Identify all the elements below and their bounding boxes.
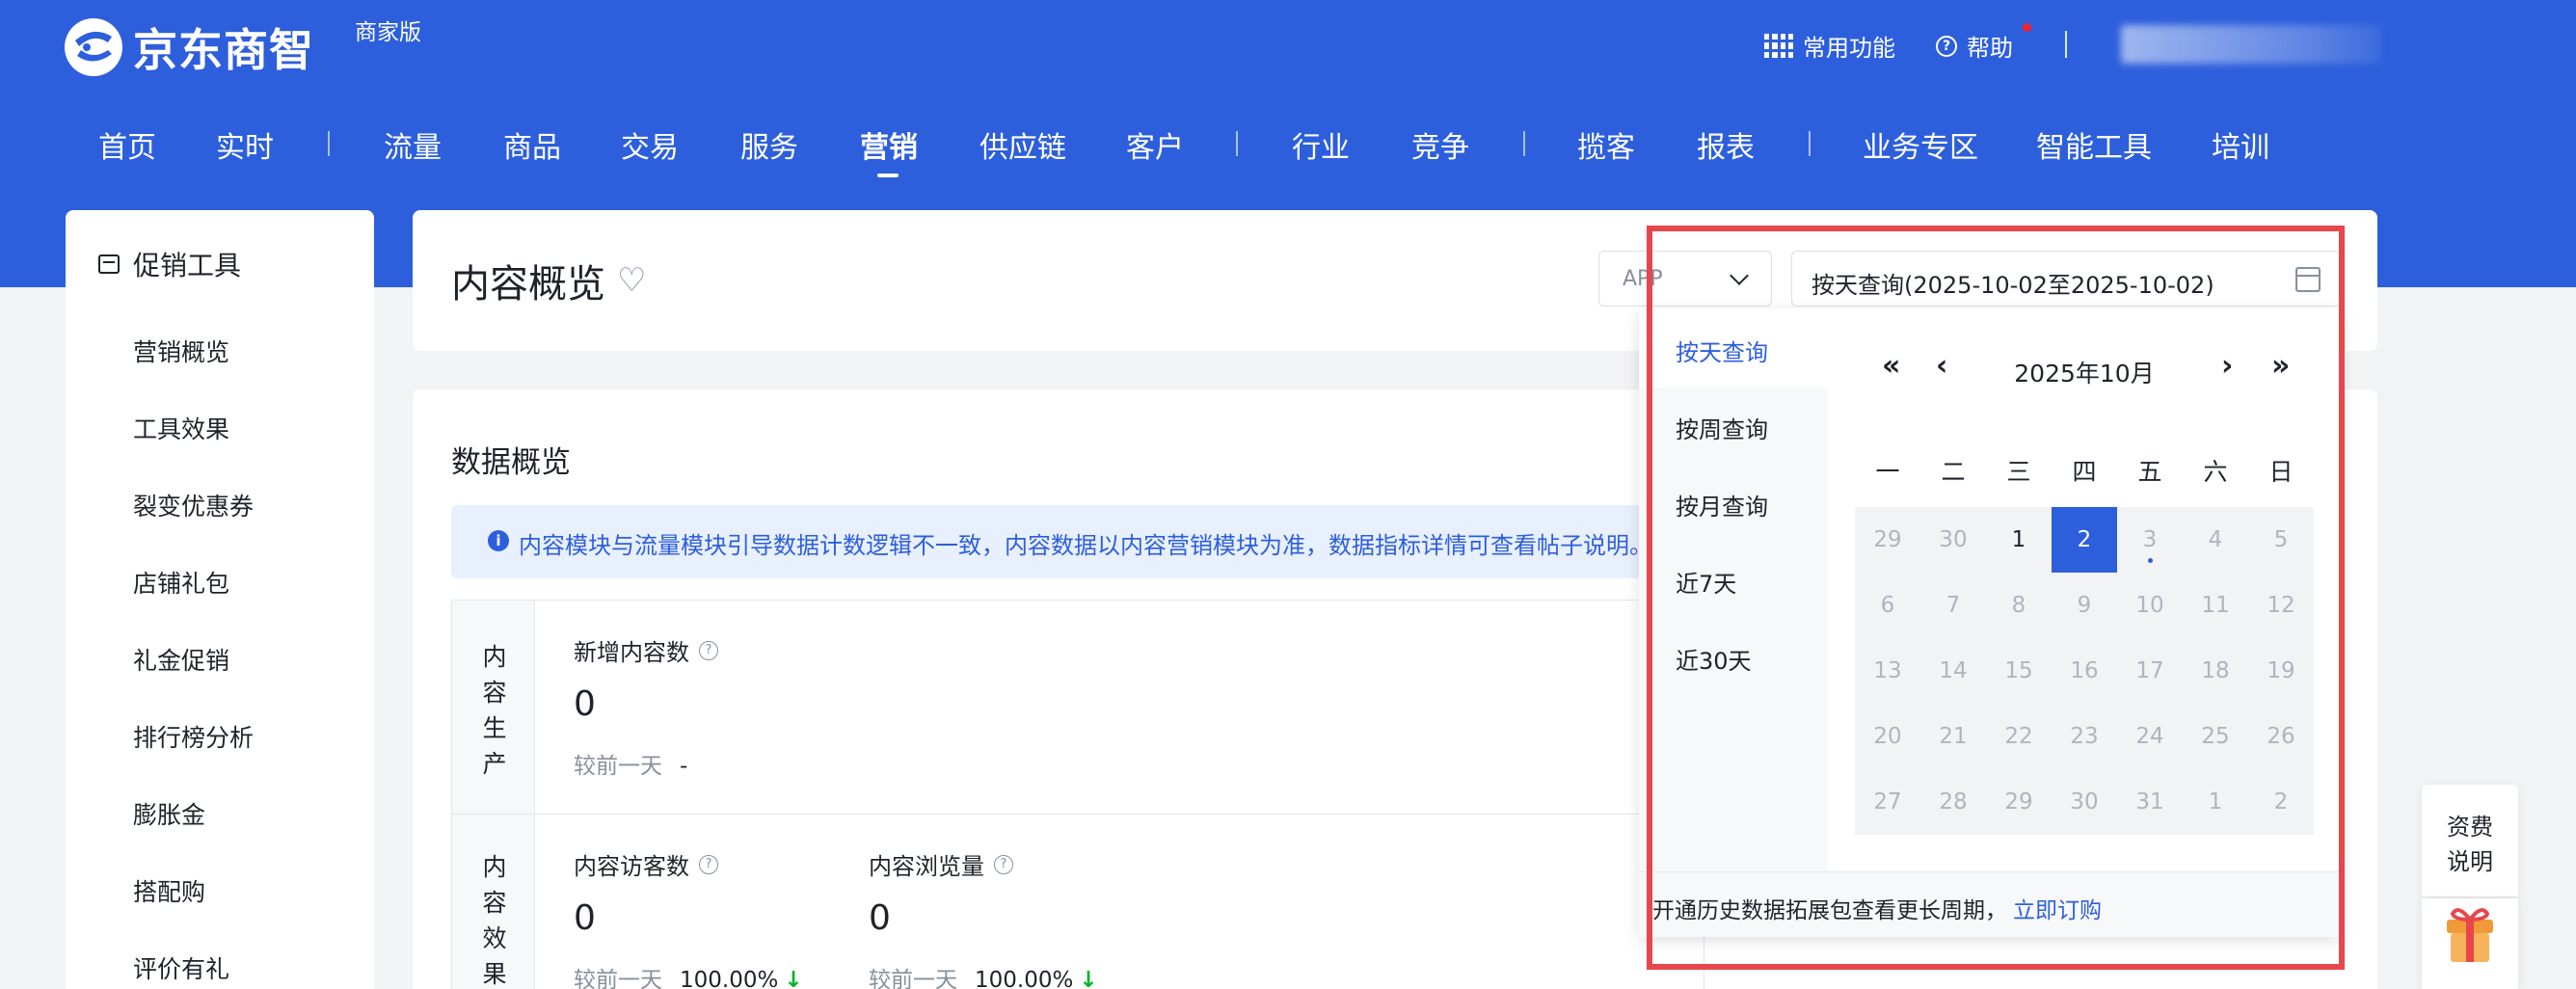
down-arrow-icon: ↓	[1079, 968, 1098, 989]
row-label-char: 容	[482, 889, 507, 917]
help-button[interactable]: ? 帮助	[1936, 29, 2013, 63]
highlight-box	[1647, 226, 2345, 970]
nav-business-zone[interactable]: 业务专区	[1863, 123, 1978, 166]
page-title: 内容概览 ♡	[451, 253, 646, 308]
metric-name: 内容访客数	[574, 853, 689, 880]
nav-realtime[interactable]: 实时	[216, 123, 274, 166]
sidebar-item-review-gift[interactable]: 评价有礼	[133, 950, 229, 985]
notice-banner: i 内容模块与流量模块引导数据计数逻辑不一致，内容数据以内容营销模块为准，数据指…	[451, 505, 1704, 578]
metric-content-pageviews: 内容浏览量? 0 较前一天 100.00% ↓	[869, 847, 1098, 989]
info-icon: i	[488, 530, 509, 551]
nav-reports[interactable]: 报表	[1697, 123, 1755, 166]
sidebar-heading[interactable]: 促销工具	[98, 245, 241, 283]
sidebar-item-cash-gift[interactable]: 礼金促销	[133, 642, 229, 677]
metrics-table: 内 容 生 产 新增内容数? 0 较前一天 - 内 容 效 果 内容访客数? 0 …	[451, 600, 1705, 989]
sidebar-item-marketing-overview[interactable]: 营销概览	[133, 334, 229, 368]
compare-value: -	[680, 754, 688, 779]
table-row: 内 容 效 果 内容访客数? 0 较前一天 100.00% ↓ 内容浏览量? 0 较…	[452, 815, 1705, 989]
fee-info-line1: 资费	[2447, 814, 2493, 841]
help-label: 帮助	[1967, 35, 2013, 62]
nav-acquire[interactable]: 揽客	[1577, 123, 1635, 166]
metric-name: 内容浏览量	[869, 853, 984, 880]
row-label-char: 果	[482, 960, 507, 988]
row-label-char: 产	[482, 750, 507, 778]
metric-value: 0	[574, 898, 596, 938]
section-title: 数据概览	[451, 445, 571, 480]
metric-value: 0	[869, 898, 891, 938]
jd-logo-icon	[64, 17, 123, 77]
gift-icon	[2447, 908, 2493, 962]
metric-name: 新增内容数	[574, 639, 689, 666]
gift-button[interactable]	[2422, 898, 2518, 989]
nav-industry[interactable]: 行业	[1292, 123, 1350, 166]
nav-supply-chain[interactable]: 供应链	[979, 123, 1066, 166]
sidebar-item-tool-effect[interactable]: 工具效果	[133, 411, 229, 445]
sidebar-item-store-gift[interactable]: 店铺礼包	[133, 565, 229, 600]
nav-divider	[328, 131, 330, 156]
compare-label: 较前一天	[574, 968, 662, 989]
row-label-char: 容	[482, 679, 507, 707]
nav-home[interactable]: 首页	[98, 123, 156, 166]
down-arrow-icon: ↓	[784, 968, 803, 989]
question-circle-icon[interactable]: ?	[994, 854, 1013, 874]
user-account-blurred[interactable]	[2121, 25, 2381, 64]
notice-text: 内容模块与流量模块引导数据计数逻辑不一致，内容数据以内容营销模块为准，数据指标详…	[519, 532, 1652, 559]
question-circle-icon: ?	[1936, 35, 1957, 57]
header-divider	[2065, 31, 2067, 58]
main-nav: 首页 实时 流量 商品 交易 服务 营销 供应链 客户 行业 竞争 揽客 报表 …	[0, 123, 2576, 166]
fee-info-line2: 说明	[2447, 848, 2493, 875]
common-functions-label: 常用功能	[1803, 35, 1895, 62]
calendar-icon	[98, 254, 120, 274]
nav-smart-tools[interactable]: 智能工具	[2036, 123, 2152, 166]
sidebar: 促销工具 营销概览 工具效果 裂变优惠券 店铺礼包 礼金促销 排行榜分析 膨胀金…	[66, 210, 374, 989]
notification-dot	[2023, 23, 2031, 32]
question-circle-icon[interactable]: ?	[699, 640, 718, 660]
logo-text: 京东商智	[133, 24, 314, 76]
grid-icon	[1764, 33, 1793, 59]
nav-divider	[1523, 131, 1525, 156]
row-label-content-effect: 内 容 效 果	[452, 815, 535, 989]
edition-label: 商家版	[355, 20, 421, 45]
row-label-content-production: 内 容 生 产	[452, 601, 535, 814]
nav-divider	[1236, 131, 1238, 156]
compare-value: 100.00%	[680, 968, 779, 989]
common-functions-button[interactable]: 常用功能	[1764, 29, 1895, 63]
metric-content-visitors: 内容访客数? 0 较前一天 100.00% ↓	[574, 847, 803, 989]
sidebar-heading-label: 促销工具	[133, 250, 242, 281]
table-row: 内 容 生 产 新增内容数? 0 较前一天 -	[452, 601, 1705, 815]
nav-customer[interactable]: 客户	[1126, 123, 1184, 166]
nav-traffic[interactable]: 流量	[384, 123, 442, 166]
fee-info-button[interactable]: 资费 说明	[2422, 785, 2518, 896]
nav-divider	[1809, 131, 1811, 156]
row-label-char: 生	[482, 714, 507, 742]
compare-value: 100.00%	[975, 968, 1074, 989]
metric-value: 0	[574, 684, 596, 724]
sidebar-item-ranking-analysis[interactable]: 排行榜分析	[133, 719, 254, 754]
compare-label: 较前一天	[574, 754, 662, 779]
sidebar-item-expansion-gold[interactable]: 膨胀金	[133, 796, 205, 831]
jd-logo[interactable]: 京东商智	[64, 15, 314, 79]
heart-icon[interactable]: ♡	[617, 261, 646, 300]
question-circle-icon[interactable]: ?	[699, 854, 718, 874]
nav-active-indicator	[877, 174, 899, 177]
sidebar-item-bundle-buy[interactable]: 搭配购	[133, 873, 205, 908]
sidebar-item-fission-coupon[interactable]: 裂变优惠券	[133, 488, 254, 522]
page-title-text: 内容概览	[451, 262, 605, 307]
nav-marketing[interactable]: 营销	[860, 123, 918, 166]
nav-product[interactable]: 商品	[503, 123, 561, 166]
row-label-char: 内	[482, 853, 507, 881]
nav-training[interactable]: 培训	[2212, 123, 2269, 166]
row-label-char: 效	[482, 924, 507, 952]
compare-label: 较前一天	[869, 968, 957, 989]
nav-service[interactable]: 服务	[740, 123, 798, 166]
row-label-char: 内	[482, 643, 507, 671]
nav-trade[interactable]: 交易	[621, 123, 679, 166]
nav-competition[interactable]: 竞争	[1411, 123, 1469, 166]
metric-new-content: 新增内容数? 0 较前一天 -	[574, 633, 718, 780]
